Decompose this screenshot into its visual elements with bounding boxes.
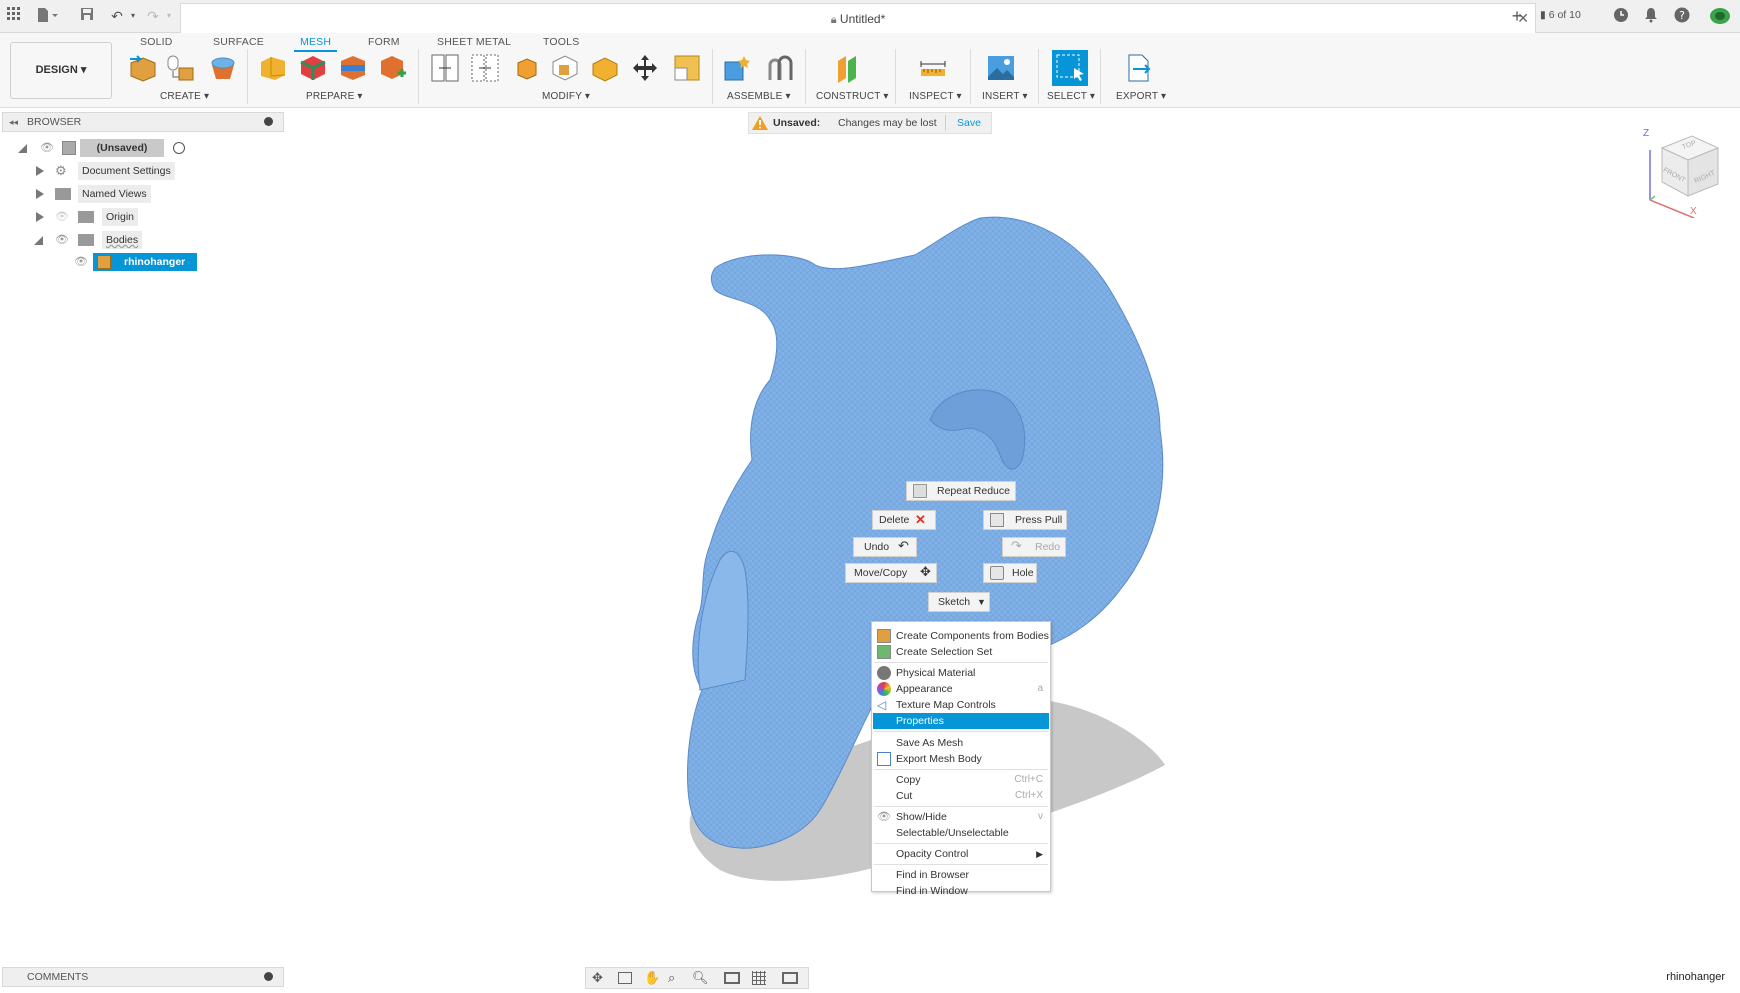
repeat-reduce-button[interactable]: Repeat Reduce — [906, 481, 1016, 501]
active-document-name: rhinohanger — [1666, 971, 1725, 983]
delete-x-icon: ✕ — [915, 512, 926, 527]
sketch-dropdown[interactable]: Sketch ▼ — [928, 592, 990, 612]
pan-hand-icon[interactable]: ✋ — [644, 970, 660, 986]
grid-icon[interactable] — [752, 971, 766, 985]
menu-item-show-hide[interactable]: 👁︎ Show/Hide v — [873, 809, 1049, 825]
texture-map-icon: ◁ — [877, 698, 887, 712]
delete-button[interactable]: Delete ✕ — [872, 510, 936, 530]
redo-arrow-icon: ↷ — [1011, 538, 1022, 553]
menu-item-selectable[interactable]: Selectable/Unselectable — [873, 825, 1049, 841]
menu-item-create-components[interactable]: Create Components from Bodies — [873, 628, 1049, 644]
menu-separator — [874, 843, 1048, 844]
menu-item-create-selection-set[interactable]: Create Selection Set — [873, 644, 1049, 660]
menu-item-save-as-mesh[interactable]: Save As Mesh — [873, 735, 1049, 751]
menu-separator — [874, 769, 1048, 770]
menu-item-appearance[interactable]: Appearance a — [873, 681, 1049, 697]
move-copy-button[interactable]: Move/Copy ✥ — [845, 563, 937, 583]
undo-arrow-icon: ↶ — [898, 538, 909, 553]
menu-item-cut[interactable]: Cut Ctrl+X — [873, 788, 1049, 804]
menu-item-find-in-browser[interactable]: Find in Browser — [873, 867, 1049, 883]
navigation-bar: ✥ ✋ ⌕ 🔍︎ — [585, 967, 809, 989]
menu-separator — [874, 806, 1048, 807]
zoom-window-icon[interactable]: ⌕ — [668, 970, 675, 986]
eye-icon: 👁︎ — [877, 811, 891, 823]
components-icon — [877, 629, 891, 643]
menu-item-texture-map[interactable]: ◁ Texture Map Controls — [873, 697, 1049, 713]
add-comment-icon[interactable] — [264, 972, 273, 981]
menu-separator — [874, 731, 1048, 732]
chevron-down-icon: ▼ — [977, 597, 986, 607]
orbit-icon[interactable]: ✥ — [592, 970, 603, 986]
menu-item-opacity-control[interactable]: Opacity Control ▶ — [873, 846, 1049, 862]
reduce-icon — [913, 484, 927, 498]
material-icon — [877, 666, 891, 680]
hole-button[interactable]: Hole — [983, 563, 1037, 583]
viewports-icon[interactable] — [782, 972, 798, 984]
selection-set-icon — [877, 645, 891, 659]
display-settings-icon[interactable] — [724, 972, 740, 984]
hole-icon — [990, 566, 1004, 580]
comments-panel[interactable]: COMMENTS — [2, 967, 284, 987]
appearance-icon — [877, 682, 891, 696]
menu-item-find-in-window[interactable]: Find in Window — [873, 883, 1049, 899]
move-arrows-icon: ✥ — [920, 564, 931, 579]
viewport-canvas[interactable] — [0, 0, 1740, 993]
look-at-icon[interactable] — [618, 972, 632, 984]
press-pull-button[interactable]: Press Pull — [983, 510, 1067, 530]
context-menu: Create Components from Bodies Create Sel… — [871, 621, 1051, 897]
submenu-arrow-icon: ▶ — [1036, 849, 1043, 859]
menu-item-properties[interactable]: Properties — [873, 713, 1049, 729]
undo-button[interactable]: Undo ↶ — [853, 537, 917, 557]
menu-item-physical-material[interactable]: Physical Material — [873, 665, 1049, 681]
fit-icon[interactable]: 🔍︎ — [692, 970, 709, 986]
press-pull-icon — [990, 513, 1004, 527]
menu-separator — [874, 864, 1048, 865]
menu-item-export-mesh-body[interactable]: Export Mesh Body — [873, 751, 1049, 767]
export-icon — [877, 752, 891, 766]
menu-separator — [874, 662, 1048, 663]
redo-button[interactable]: ↷ Redo — [1002, 537, 1066, 557]
menu-item-copy[interactable]: Copy Ctrl+C — [873, 772, 1049, 788]
